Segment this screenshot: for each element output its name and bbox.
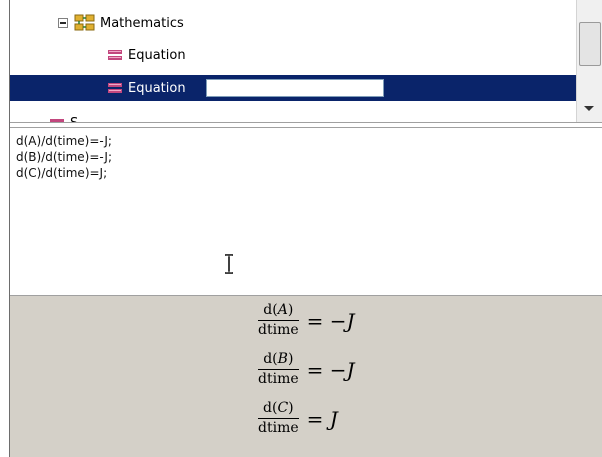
equation-rhs: = −J: [306, 357, 355, 382]
arrow-down-icon: [584, 105, 594, 111]
tree-node-label: Equation: [128, 80, 186, 96]
tree-node-label: S: [70, 116, 78, 122]
fraction-bar: [258, 369, 299, 370]
equation-icon: [50, 118, 64, 122]
equation-rhs: = J: [306, 406, 338, 431]
equation-editor[interactable]: d(A)/d(time)=-J; d(B)/d(time)=-J; d(C)/d…: [10, 127, 602, 296]
rendered-equation: d(C) dtime = J: [258, 400, 338, 437]
model-tree-pane: Mathematics Equation Equation: [10, 0, 602, 123]
equation-icon: [108, 50, 122, 60]
scroll-down-button[interactable]: [579, 98, 599, 118]
equation-icon: [108, 83, 122, 93]
tree-node-partial[interactable]: S: [50, 116, 78, 122]
tree-vertical-scrollbar[interactable]: [576, 0, 602, 122]
derivative-fraction: d(B) dtime: [258, 351, 299, 388]
rename-input[interactable]: [206, 79, 384, 97]
scrollbar-thumb[interactable]: [579, 22, 601, 66]
tree-node-label: Mathematics: [100, 15, 184, 31]
math-node-icon: [74, 14, 95, 31]
fraction-bar: [258, 418, 299, 419]
window-frame-left: [0, 0, 9, 457]
editor-line: d(B)/d(time)=-J;: [16, 150, 112, 164]
editor-line: d(C)/d(time)=J;: [16, 166, 108, 180]
fraction-numerator: d(C): [263, 400, 294, 416]
fraction-bar: [258, 320, 299, 321]
fraction-denominator: dtime: [258, 371, 299, 387]
tree-node-label: Equation: [128, 47, 186, 63]
derivative-fraction: d(C) dtime: [258, 400, 299, 437]
tree-content: Mathematics Equation Equation: [10, 0, 576, 122]
fraction-denominator: dtime: [258, 322, 299, 338]
equation-rhs: = −J: [306, 308, 355, 333]
fraction-denominator: dtime: [258, 420, 299, 436]
editor-line: d(A)/d(time)=-J;: [16, 134, 112, 148]
rendered-equation: d(B) dtime = −J: [258, 351, 355, 388]
derivative-fraction: d(A) dtime: [258, 302, 299, 339]
fraction-numerator: d(A): [263, 302, 294, 318]
tree-node-equation[interactable]: Equation: [108, 42, 186, 68]
fraction-numerator: d(B): [263, 351, 294, 367]
text-cursor-icon: [225, 254, 233, 274]
tree-node-equation-selected[interactable]: Equation: [10, 75, 576, 101]
collapse-toggle-icon[interactable]: [58, 18, 68, 28]
rendered-equation: d(A) dtime = −J: [258, 302, 355, 339]
equation-render-view: d(A) dtime = −J d(B) dtime = −J d(C) dti…: [10, 296, 602, 457]
tree-node-mathematics[interactable]: Mathematics: [58, 10, 184, 36]
